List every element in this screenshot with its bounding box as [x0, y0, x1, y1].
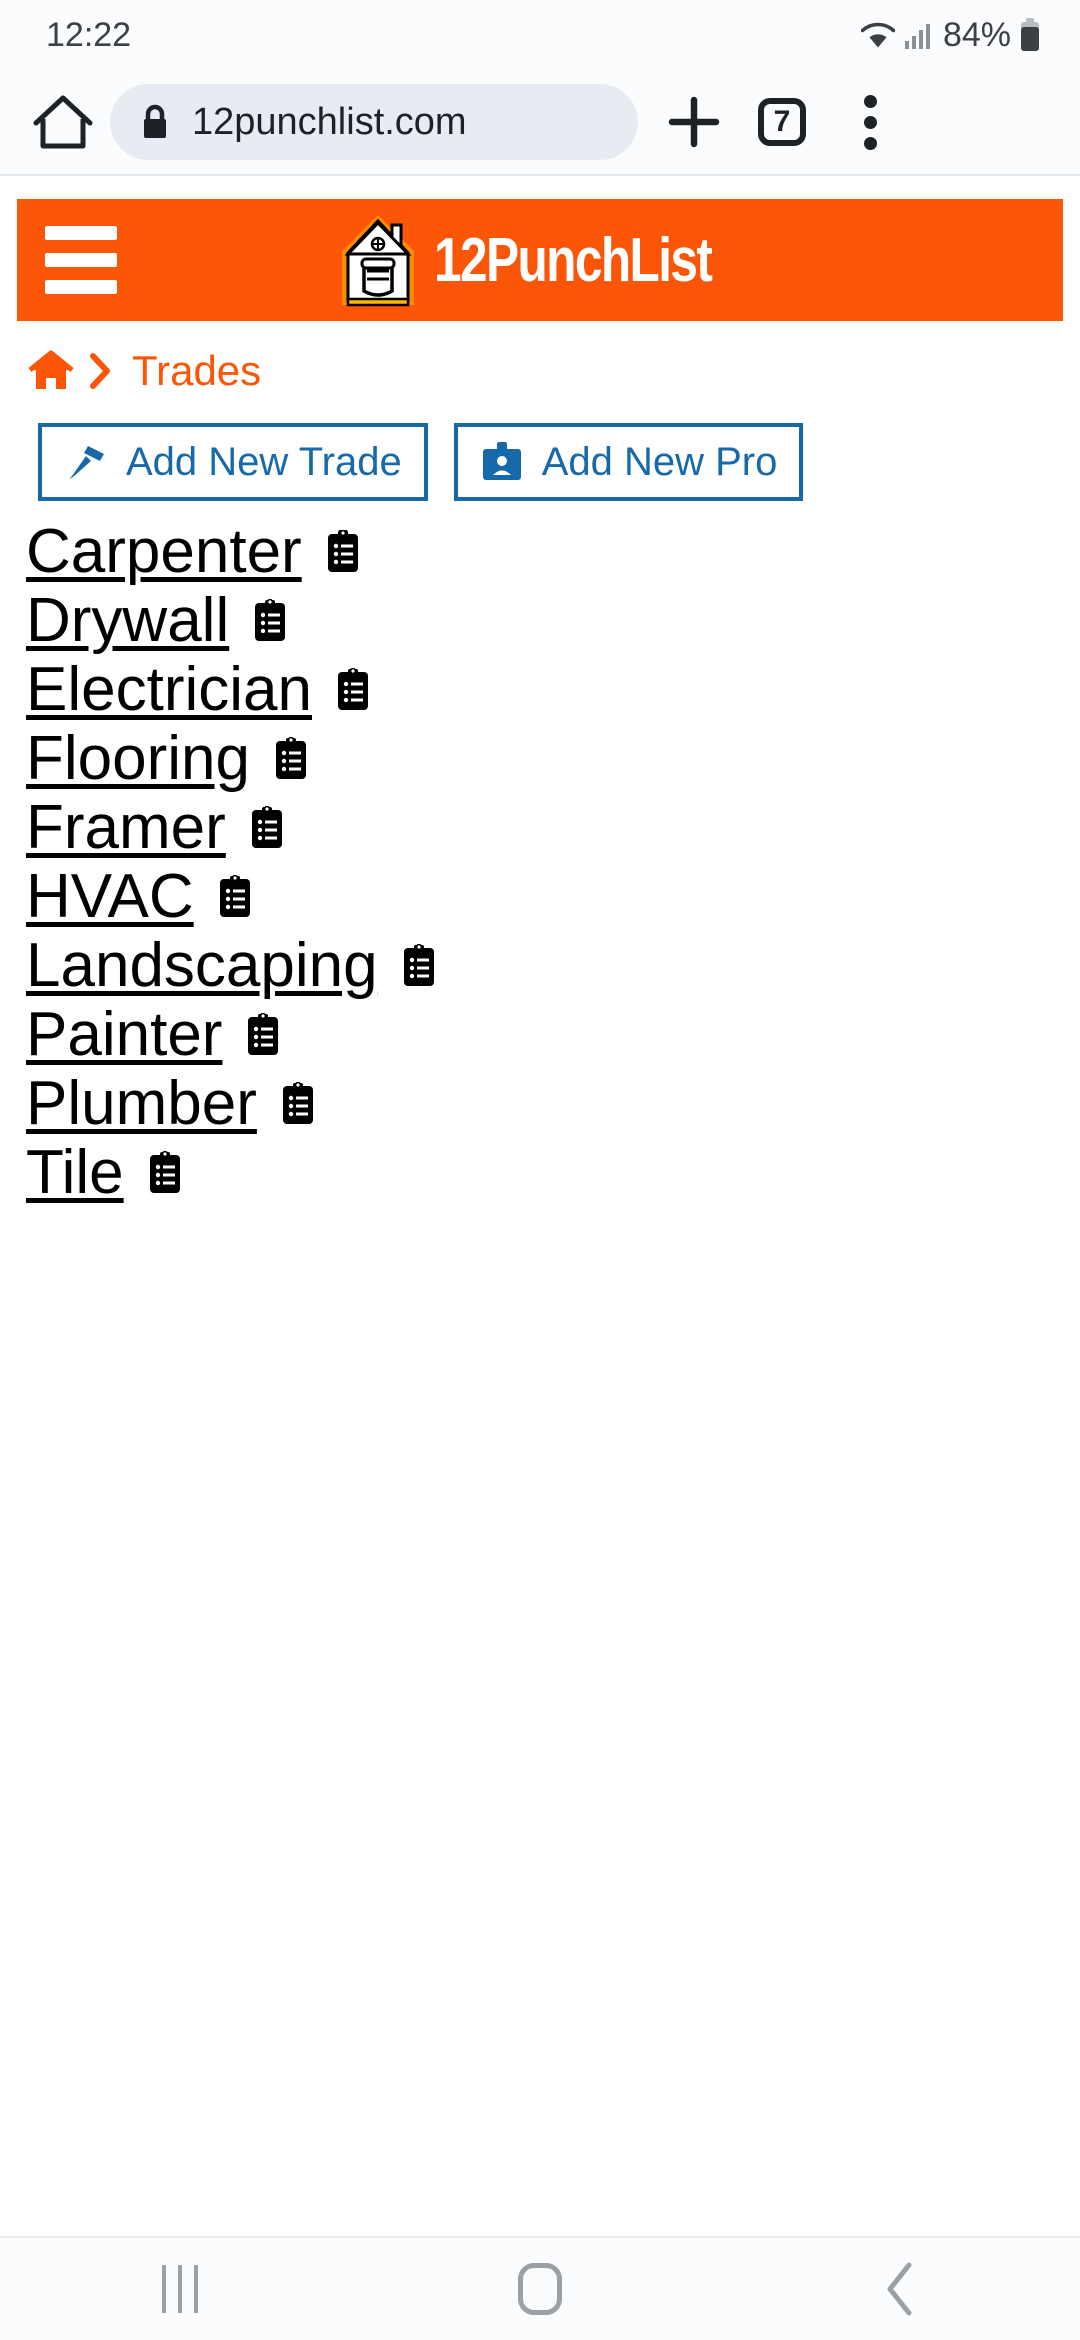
- clipboard-list-icon[interactable]: [218, 874, 252, 919]
- list-item: Electrician: [26, 655, 1080, 724]
- trade-link-flooring[interactable]: Flooring: [26, 727, 250, 790]
- site-header: 12PunchList: [17, 199, 1063, 321]
- breadcrumb: Trades: [0, 321, 1080, 395]
- list-item: Framer: [26, 793, 1080, 862]
- trade-link-plumber[interactable]: Plumber: [26, 1072, 257, 1135]
- list-item: HVAC: [26, 862, 1080, 931]
- list-item: Plumber: [26, 1069, 1080, 1138]
- chevron-right-icon: [90, 353, 110, 389]
- brand: 12PunchList: [117, 211, 999, 309]
- cellular-signal-icon: [904, 24, 930, 49]
- android-navigation-bar: [0, 2236, 1080, 2340]
- clipboard-list-icon[interactable]: [246, 1012, 280, 1057]
- hamburger-menu-icon[interactable]: [45, 226, 117, 294]
- trade-link-landscaping[interactable]: Landscaping: [26, 934, 378, 997]
- recents-icon: [162, 2265, 198, 2313]
- list-item: Landscaping: [26, 931, 1080, 1000]
- id-badge-icon: [482, 442, 521, 480]
- breadcrumb-current: Trades: [132, 347, 262, 394]
- home-button[interactable]: [360, 2238, 720, 2340]
- clipboard-list-icon[interactable]: [281, 1081, 315, 1126]
- clipboard-list-icon[interactable]: [274, 736, 308, 781]
- page-content: 12PunchList Trades Add New Trade Add New…: [0, 199, 1080, 1207]
- status-bar: 12:22 84%: [0, 0, 1080, 70]
- trade-link-electrician[interactable]: Electrician: [26, 658, 312, 721]
- add-new-pro-label: Add New Pro: [541, 439, 778, 484]
- clipboard-list-icon[interactable]: [250, 805, 284, 850]
- trade-list: Carpenter Drywall Electrician Flooring F…: [0, 501, 1080, 1207]
- trade-link-tile[interactable]: Tile: [26, 1141, 124, 1204]
- list-item: Carpenter: [26, 517, 1080, 586]
- url-bar[interactable]: 12punchlist.com: [110, 84, 638, 160]
- back-icon: [887, 2262, 912, 2316]
- browser-menu-button[interactable]: [826, 78, 914, 166]
- lock-icon: [144, 104, 166, 138]
- action-buttons: Add New Trade Add New Pro: [0, 395, 1080, 501]
- battery-icon: [1021, 18, 1039, 51]
- plus-icon: [668, 96, 720, 148]
- recents-button[interactable]: [0, 2238, 360, 2340]
- hammer-icon: [69, 446, 104, 479]
- status-indicators: 84%: [860, 15, 1040, 55]
- kebab-menu-icon: [863, 94, 877, 150]
- clipboard-list-icon[interactable]: [148, 1150, 182, 1195]
- clipboard-list-icon[interactable]: [326, 529, 360, 574]
- trade-link-carpenter[interactable]: Carpenter: [26, 520, 302, 583]
- list-item: Drywall: [26, 586, 1080, 655]
- trade-link-hvac[interactable]: HVAC: [26, 865, 194, 928]
- trade-link-painter[interactable]: Painter: [26, 1003, 222, 1066]
- clipboard-list-icon[interactable]: [253, 598, 287, 643]
- browser-toolbar: 12punchlist.com 7: [0, 70, 1080, 176]
- home-button-icon: [518, 2263, 562, 2315]
- tab-switcher-button[interactable]: 7: [738, 78, 826, 166]
- browser-home-button[interactable]: [24, 83, 102, 161]
- url-text: 12punchlist.com: [192, 100, 467, 143]
- clipboard-list-icon[interactable]: [336, 667, 370, 712]
- wifi-icon: [860, 22, 895, 48]
- list-item: Tile: [26, 1138, 1080, 1207]
- tab-count: 7: [758, 98, 806, 146]
- list-item: Flooring: [26, 724, 1080, 793]
- trade-link-framer[interactable]: Framer: [26, 796, 226, 859]
- add-new-trade-button[interactable]: Add New Trade: [38, 423, 428, 501]
- back-button[interactable]: [720, 2238, 1080, 2340]
- battery-percent-label: 84%: [942, 15, 1011, 54]
- trade-link-drywall[interactable]: Drywall: [26, 589, 229, 652]
- home-icon: [33, 95, 93, 149]
- list-item: Painter: [26, 1000, 1080, 1069]
- punchlist-house-fist-logo: [335, 211, 420, 309]
- status-time: 12:22: [46, 15, 132, 54]
- home-icon[interactable]: [28, 350, 74, 392]
- add-new-pro-button[interactable]: Add New Pro: [453, 423, 804, 501]
- brand-name: 12PunchList: [433, 225, 713, 295]
- add-new-trade-label: Add New Trade: [126, 439, 402, 484]
- new-tab-button[interactable]: [650, 78, 738, 166]
- clipboard-list-icon[interactable]: [402, 943, 436, 988]
